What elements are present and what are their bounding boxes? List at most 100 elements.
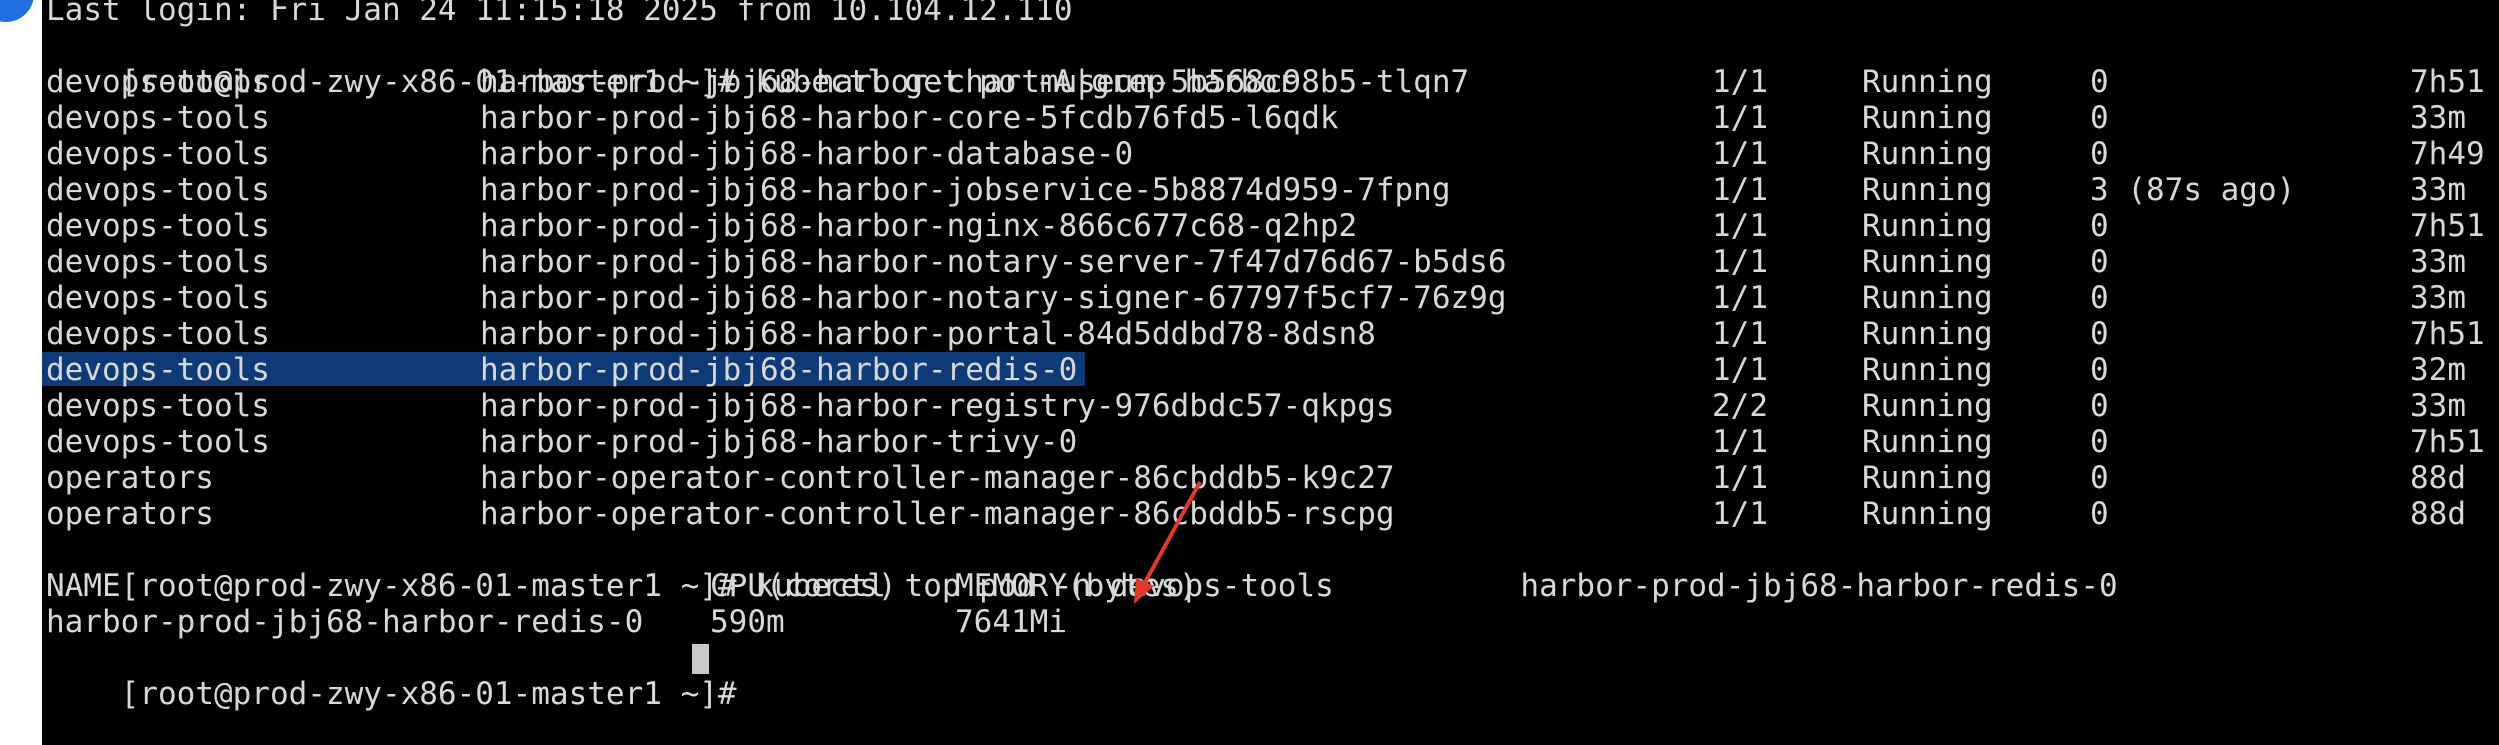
pod-namespace: devops-tools: [46, 388, 270, 424]
pod-namespace: devops-tools: [46, 64, 270, 100]
pod-namespace: devops-tools: [46, 136, 270, 172]
pod-age: 33m: [2410, 388, 2466, 424]
pod-row: devops-tools harbor-prod-jbj68-harbor-red…: [46, 352, 2485, 388]
active-prompt-line[interactable]: [root@prod-zwy-x86-01-master1 ~]#: [46, 640, 755, 712]
pod-namespace: devops-tools: [46, 244, 270, 280]
pod-status: Running: [1862, 172, 1993, 208]
pod-age: 7h49m: [2410, 136, 2485, 172]
pod-age: 7h51m: [2410, 424, 2485, 460]
shell-prompt: [root@prod-zwy-x86-01-master1 ~]#: [120, 676, 756, 712]
pod-name: harbor-prod-jbj68-harbor-notary-server-7…: [480, 244, 1507, 280]
last-login-line: Last login: Fri Jan 24 11:15:18 2025 fro…: [46, 0, 1073, 28]
pod-name: harbor-prod-jbj68-harbor-jobservice-5b88…: [480, 172, 1451, 208]
pod-row: devops-tools harbor-prod-jbj68-harbor-por…: [46, 316, 2485, 352]
pod-status: Running: [1862, 244, 1993, 280]
pod-namespace: devops-tools: [46, 280, 270, 316]
pod-age: 7h51m: [2410, 64, 2485, 100]
col-cpu-header: CPU(cores): [710, 568, 897, 604]
pod-status: Running: [1862, 316, 1993, 352]
col-name-header: NAME: [46, 568, 121, 604]
pod-row: operators harbor-operator-controller-mana…: [46, 496, 2485, 532]
pod-ready: 1/1: [1712, 208, 1768, 244]
pod-restarts: 0: [2090, 136, 2109, 172]
pod-ready: 1/1: [1712, 424, 1768, 460]
pod-status: Running: [1862, 64, 1993, 100]
pod-name: harbor-operator-controller-manager-86cbd…: [480, 496, 1395, 532]
pod-restarts: 0: [2090, 316, 2109, 352]
pod-status: Running: [1862, 496, 1993, 532]
pod-age: 33m: [2410, 172, 2466, 208]
text-cursor: [692, 644, 709, 674]
pod-ready: 1/1: [1712, 316, 1768, 352]
pod-namespace: devops-tools: [46, 100, 270, 136]
pod-restarts: 0: [2090, 280, 2109, 316]
pod-restarts: 3 (87s ago): [2090, 172, 2296, 208]
pod-row: devops-tools harbor-prod-jbj68-harbor-ngi…: [46, 208, 2485, 244]
pod-ready: 1/1: [1712, 172, 1768, 208]
pod-name: harbor-prod-jbj68-harbor-chartmuseum-5b5…: [480, 64, 1470, 100]
pod-namespace: operators: [46, 496, 214, 532]
pod-name: harbor-prod-jbj68-harbor-nginx-866c677c6…: [480, 208, 1358, 244]
pod-row: devops-tools harbor-prod-jbj68-harbor-tri…: [46, 424, 2485, 460]
pod-row: devops-tools harbor-prod-jbj68-harbor-cor…: [46, 100, 2485, 136]
pod-row: devops-tools harbor-prod-jbj68-harbor-not…: [46, 280, 2485, 316]
pod-restarts: 0: [2090, 424, 2109, 460]
pod-restarts: 0: [2090, 352, 2109, 388]
pod-status: Running: [1862, 280, 1993, 316]
pod-name: harbor-prod-jbj68-harbor-redis-0: [480, 352, 1078, 388]
pod-namespace: devops-tools: [46, 352, 270, 388]
pod-ready: 1/1: [1712, 280, 1768, 316]
pod-namespace: devops-tools: [46, 208, 270, 244]
pod-age: 33m: [2410, 100, 2466, 136]
command-line-top-pod: [root@prod-zwy-x86-01-master1 ~]# kubect…: [46, 532, 2118, 604]
pod-age: 33m: [2410, 280, 2466, 316]
pod-restarts: 0: [2090, 208, 2109, 244]
pod-name: harbor-prod-jbj68-harbor-core-5fcdb76fd5…: [480, 100, 1339, 136]
command-line-get-pods: [root@prod-zwy-x86-01-master1 ~]# kubect…: [46, 28, 1297, 100]
pod-ready: 1/1: [1712, 64, 1768, 100]
pod-restarts: 0: [2090, 496, 2109, 532]
pod-age: 7h51m: [2410, 316, 2485, 352]
pod-ready: 2/2: [1712, 388, 1768, 424]
pod-name: harbor-prod-jbj68-harbor-database-0: [480, 136, 1134, 172]
pod-age: 33m: [2410, 244, 2466, 280]
pod-name: harbor-prod-jbj68-harbor-notary-signer-6…: [480, 280, 1507, 316]
top-pod-memory: 7641Mi: [955, 604, 1067, 640]
pod-name: harbor-prod-jbj68-harbor-trivy-0: [480, 424, 1078, 460]
annotation-arrow-icon: [1134, 481, 1202, 604]
pod-status: Running: [1862, 136, 1993, 172]
pod-ready: 1/1: [1712, 100, 1768, 136]
pod-status: Running: [1862, 100, 1993, 136]
pod-ready: 1/1: [1712, 460, 1768, 496]
pod-row: devops-tools harbor-prod-jbj68-harbor-reg…: [46, 388, 2485, 424]
pod-restarts: 0: [2090, 100, 2109, 136]
pod-status: Running: [1862, 424, 1993, 460]
pod-row: operators harbor-operator-controller-mana…: [46, 460, 2485, 496]
pod-name: harbor-operator-controller-manager-86cbd…: [480, 460, 1395, 496]
pod-row: devops-tools harbor-prod-jbj68-harbor-cha…: [46, 64, 2485, 100]
pod-age: 32m: [2410, 352, 2466, 388]
pod-row: devops-tools harbor-prod-jbj68-harbor-dat…: [46, 136, 2485, 172]
terminal-window[interactable]: Last login: Fri Jan 24 11:15:18 2025 fro…: [42, 0, 2485, 745]
window-left-edge: [0, 0, 42, 745]
pod-name: harbor-prod-jbj68-harbor-registry-976dbd…: [480, 388, 1395, 424]
pod-name: harbor-prod-jbj68-harbor-portal-84d5ddbd…: [480, 316, 1376, 352]
annotation-arrow-head: [1134, 578, 1154, 604]
pod-restarts: 0: [2090, 388, 2109, 424]
pod-ready: 1/1: [1712, 352, 1768, 388]
top-pod-cpu: 590m: [710, 604, 785, 640]
pod-row: devops-tools harbor-prod-jbj68-harbor-not…: [46, 244, 2485, 280]
pod-status: Running: [1862, 460, 1993, 496]
pod-row: devops-tools harbor-prod-jbj68-harbor-job…: [46, 172, 2485, 208]
pod-restarts: 0: [2090, 244, 2109, 280]
pod-ready: 1/1: [1712, 136, 1768, 172]
pod-restarts: 0: [2090, 460, 2109, 496]
annotation-arrow-line: [1140, 481, 1202, 589]
pod-age: 88d: [2410, 496, 2466, 532]
app-badge-icon: [0, 0, 34, 22]
pod-namespace: devops-tools: [46, 172, 270, 208]
pod-status: Running: [1862, 352, 1993, 388]
pod-namespace: devops-tools: [46, 316, 270, 352]
pod-age: 88d: [2410, 460, 2466, 496]
pod-ready: 1/1: [1712, 244, 1768, 280]
